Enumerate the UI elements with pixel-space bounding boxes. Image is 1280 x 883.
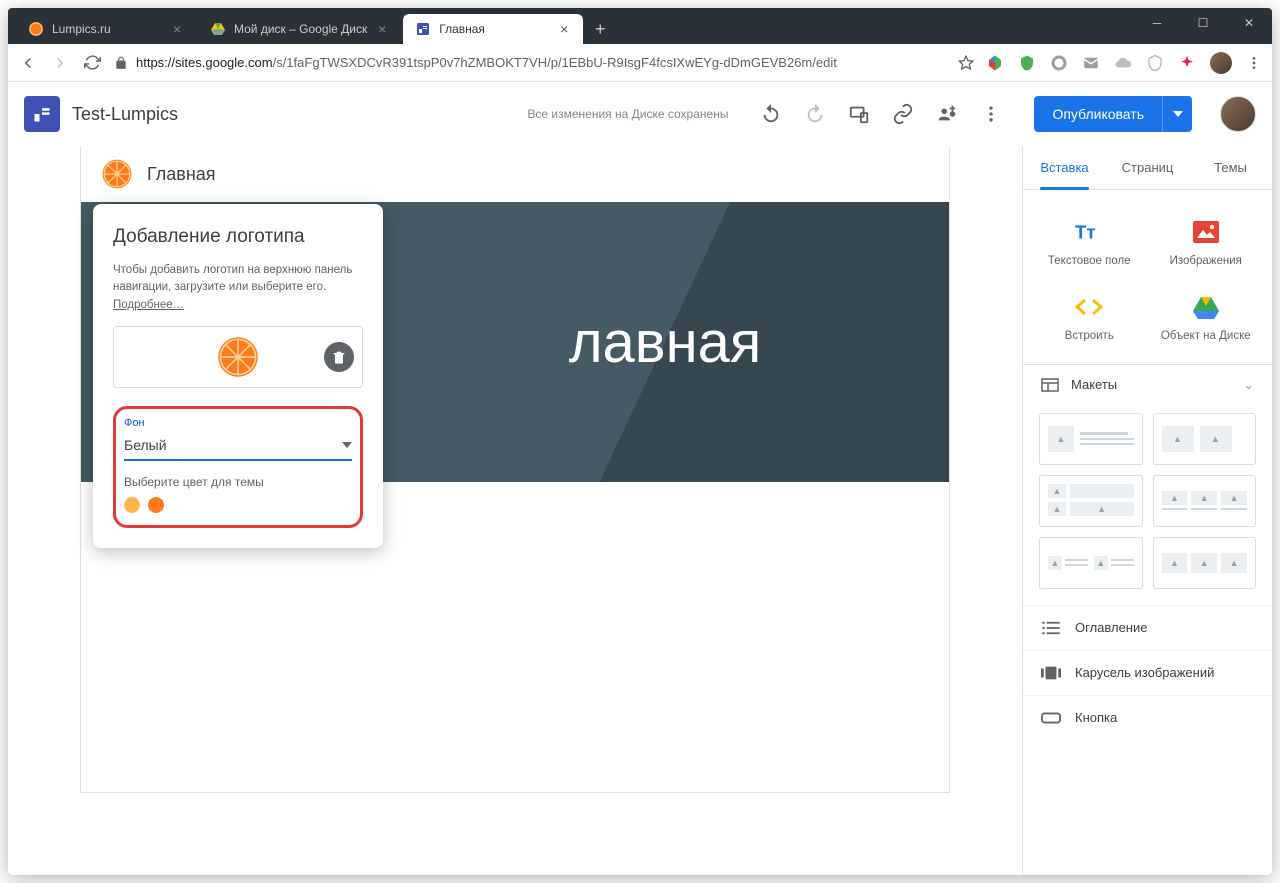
layout-option[interactable]: ▲▲ bbox=[1153, 413, 1257, 465]
button-icon bbox=[1041, 710, 1061, 726]
color-label: Выберите цвет для темы bbox=[124, 475, 352, 489]
site-canvas[interactable]: Главная лавная Добавление логотипа Чтобы… bbox=[80, 146, 950, 793]
lock-icon bbox=[114, 56, 128, 70]
insert-embed[interactable]: Встроить bbox=[1033, 283, 1146, 354]
toc-icon bbox=[1041, 620, 1061, 636]
tab-title: Мой диск – Google Диск bbox=[234, 22, 367, 36]
logo-preview[interactable] bbox=[113, 326, 363, 388]
site-title[interactable]: Test-Lumpics bbox=[72, 104, 178, 125]
drive-icon bbox=[1192, 293, 1220, 321]
layout-option[interactable]: ▲ bbox=[1039, 413, 1143, 465]
spark-icon[interactable] bbox=[1178, 54, 1196, 72]
redo-icon[interactable] bbox=[804, 103, 826, 125]
option-toc[interactable]: Оглавление bbox=[1023, 605, 1272, 650]
close-icon[interactable]: × bbox=[170, 22, 184, 36]
layout-option[interactable]: ▲▲▲ bbox=[1039, 475, 1143, 527]
more-icon[interactable] bbox=[980, 103, 1002, 125]
globe-icon[interactable] bbox=[1050, 54, 1068, 72]
save-status: Все изменения на Диске сохранены bbox=[527, 107, 728, 121]
learn-more-link[interactable]: Подробнее… bbox=[113, 299, 184, 311]
option-button[interactable]: Кнопка bbox=[1023, 695, 1272, 740]
canvas-area: Главная лавная Добавление логотипа Чтобы… bbox=[8, 146, 1022, 875]
chevron-icon: ⌄ bbox=[1243, 377, 1254, 393]
chevron-down-icon bbox=[342, 442, 352, 448]
side-panel: Вставка Страниц Темы Tт Текстовое поле И… bbox=[1022, 146, 1272, 875]
menu-icon[interactable] bbox=[1246, 55, 1262, 71]
link-icon[interactable] bbox=[892, 103, 914, 125]
adblock-icon[interactable] bbox=[1146, 54, 1164, 72]
back-icon[interactable] bbox=[18, 53, 38, 73]
browser-tab-strip: Lumpics.ru × Мой диск – Google Диск × Гл… bbox=[8, 8, 1272, 44]
cloud-icon[interactable] bbox=[1114, 54, 1132, 72]
carousel-icon bbox=[1041, 665, 1061, 681]
browser-tab[interactable]: Мой диск – Google Диск × bbox=[198, 14, 401, 44]
preview-icon[interactable] bbox=[848, 103, 870, 125]
color-swatch-dark[interactable] bbox=[148, 497, 164, 513]
close-icon[interactable]: × bbox=[557, 22, 571, 36]
option-carousel[interactable]: Карусель изображений bbox=[1023, 650, 1272, 695]
close-window-icon[interactable]: ✕ bbox=[1226, 8, 1272, 38]
extensions bbox=[986, 52, 1262, 74]
layout-option[interactable]: ▲▲ bbox=[1039, 537, 1143, 589]
browser-tab-active[interactable]: Главная × bbox=[403, 14, 583, 44]
layouts-icon bbox=[1041, 378, 1059, 392]
delete-logo-button[interactable] bbox=[324, 342, 354, 372]
tab-insert[interactable]: Вставка bbox=[1023, 146, 1106, 189]
tab-title: Главная bbox=[439, 22, 549, 36]
layout-option[interactable]: ▲▲▲ bbox=[1153, 475, 1257, 527]
popup-title: Добавление логотипа bbox=[113, 226, 363, 248]
reload-icon[interactable] bbox=[82, 53, 102, 73]
embed-icon bbox=[1075, 293, 1103, 321]
text-icon: Tт bbox=[1075, 218, 1103, 246]
share-icon[interactable] bbox=[936, 103, 958, 125]
color-swatch-light[interactable] bbox=[124, 497, 140, 513]
maximize-icon[interactable]: ☐ bbox=[1180, 8, 1226, 38]
shield-icon[interactable] bbox=[1018, 54, 1036, 72]
site-logo-icon[interactable] bbox=[101, 158, 133, 190]
background-select[interactable]: Белый bbox=[124, 433, 352, 461]
star-icon[interactable] bbox=[958, 55, 974, 71]
sites-logo-icon[interactable] bbox=[24, 96, 60, 132]
minimize-icon[interactable]: ─ bbox=[1134, 8, 1180, 38]
site-topbar[interactable]: Главная bbox=[81, 146, 949, 202]
browser-tab[interactable]: Lumpics.ru × bbox=[16, 14, 196, 44]
insert-image[interactable]: Изображения bbox=[1150, 208, 1263, 279]
side-tabs: Вставка Страниц Темы bbox=[1023, 146, 1272, 190]
sites-favicon-icon bbox=[415, 21, 431, 37]
close-icon[interactable]: × bbox=[375, 22, 389, 36]
svg-text:Tт: Tт bbox=[1075, 222, 1096, 243]
select-value: Белый bbox=[124, 437, 167, 453]
popup-description: Чтобы добавить логотип на верхнюю панель… bbox=[113, 262, 363, 314]
mail-icon[interactable] bbox=[1082, 54, 1100, 72]
drive-favicon-icon bbox=[210, 21, 226, 37]
forward-icon[interactable] bbox=[50, 53, 70, 73]
new-tab-button[interactable]: + bbox=[585, 14, 615, 44]
hero-text[interactable]: лавная bbox=[569, 309, 762, 376]
publish-dropdown[interactable] bbox=[1162, 96, 1192, 132]
insert-text-box[interactable]: Tт Текстовое поле bbox=[1033, 208, 1146, 279]
highlighted-controls: Фон Белый Выберите цвет для темы bbox=[113, 406, 363, 528]
color-swatches bbox=[124, 497, 352, 513]
page-name[interactable]: Главная bbox=[147, 164, 216, 185]
ext-icon[interactable] bbox=[986, 54, 1004, 72]
tab-title: Lumpics.ru bbox=[52, 22, 162, 36]
tab-pages[interactable]: Страниц bbox=[1106, 146, 1189, 189]
orange-favicon-icon bbox=[28, 21, 44, 37]
address-bar: https://sites.google.com/s/1faFgTWSXDCvR… bbox=[8, 44, 1272, 82]
logo-popup: Добавление логотипа Чтобы добавить логот… bbox=[93, 204, 383, 548]
insert-drive[interactable]: Объект на Диске bbox=[1150, 283, 1263, 354]
image-icon bbox=[1192, 218, 1220, 246]
background-label: Фон bbox=[124, 417, 352, 429]
undo-icon[interactable] bbox=[760, 103, 782, 125]
publish-button[interactable]: Опубликовать bbox=[1034, 96, 1162, 132]
tab-themes[interactable]: Темы bbox=[1189, 146, 1272, 189]
url-field[interactable]: https://sites.google.com/s/1faFgTWSXDCvR… bbox=[114, 55, 946, 70]
layout-option[interactable]: ▲▲▲ bbox=[1153, 537, 1257, 589]
app-header: Test-Lumpics Все изменения на Диске сохр… bbox=[8, 82, 1272, 146]
user-avatar[interactable] bbox=[1220, 96, 1256, 132]
layouts-grid: ▲ ▲▲ ▲▲▲ ▲▲▲ ▲▲ ▲▲▲ bbox=[1023, 405, 1272, 605]
logo-image bbox=[216, 335, 260, 379]
profile-icon[interactable] bbox=[1210, 52, 1232, 74]
layouts-header[interactable]: Макеты ⌄ bbox=[1023, 364, 1272, 405]
